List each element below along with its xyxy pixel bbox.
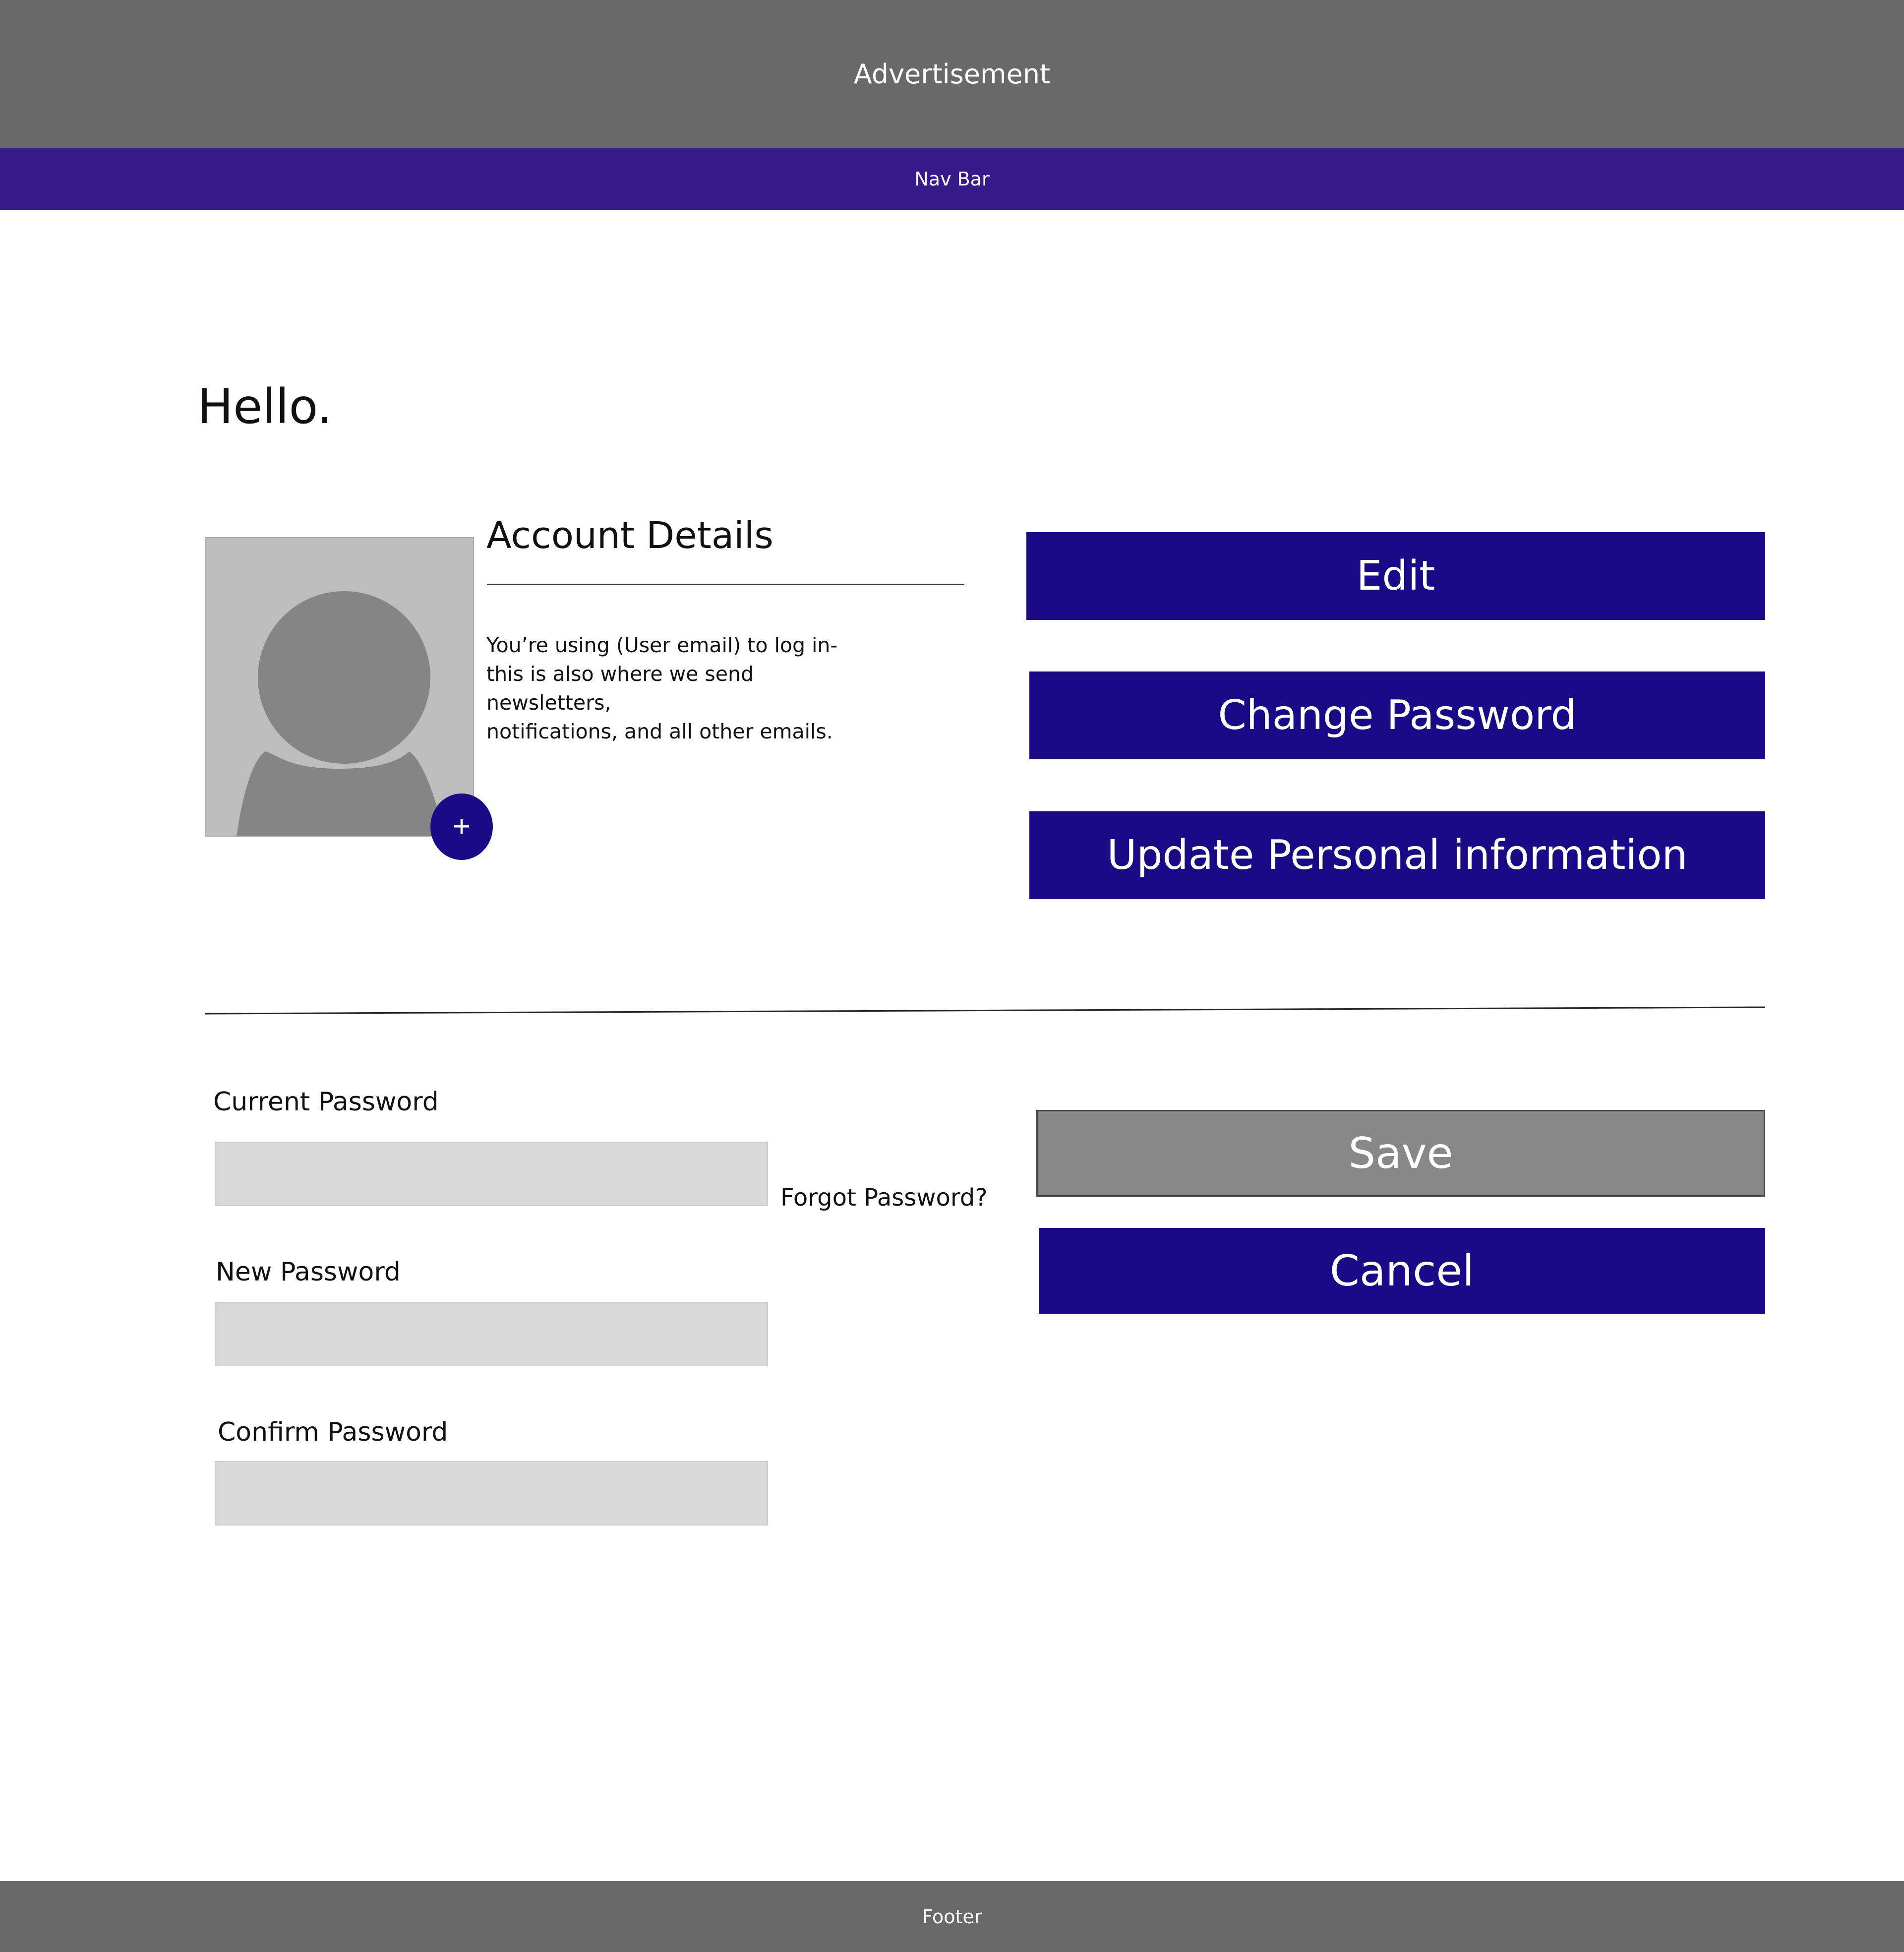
account-details-description: You’re using (User email) to log in- thi… (486, 633, 838, 743)
advertisement-banner[interactable]: Advertisement (0, 0, 1904, 148)
nav-bar-label: Nav Bar (914, 168, 990, 190)
current-password-label: Current Password (213, 1087, 439, 1117)
update-personal-information-button[interactable]: Update Personal information (1029, 811, 1765, 899)
add-photo-button[interactable]: + (430, 793, 493, 860)
page-greeting: Hello. (197, 379, 333, 434)
plus-icon: + (452, 809, 471, 844)
confirm-password-input[interactable] (215, 1461, 768, 1525)
confirm-password-label: Confirm Password (218, 1417, 448, 1447)
footer-label: Footer (922, 1905, 982, 1928)
account-details-title: Account Details (486, 514, 774, 557)
nav-bar[interactable]: Nav Bar (0, 148, 1904, 210)
save-button[interactable]: Save (1036, 1110, 1765, 1197)
account-details-divider (487, 584, 964, 585)
footer: Footer (0, 1881, 1904, 1952)
user-silhouette-icon (237, 591, 444, 836)
new-password-label: New Password (216, 1257, 401, 1287)
change-password-button[interactable]: Change Password (1029, 671, 1765, 759)
new-password-input[interactable] (215, 1302, 768, 1366)
current-password-input[interactable] (215, 1142, 768, 1206)
edit-button[interactable]: Edit (1026, 532, 1765, 620)
cancel-button[interactable]: Cancel (1039, 1228, 1765, 1314)
forgot-password-link[interactable]: Forgot Password? (780, 1182, 988, 1214)
advertisement-label: Advertisement (853, 58, 1051, 90)
avatar (205, 537, 474, 837)
